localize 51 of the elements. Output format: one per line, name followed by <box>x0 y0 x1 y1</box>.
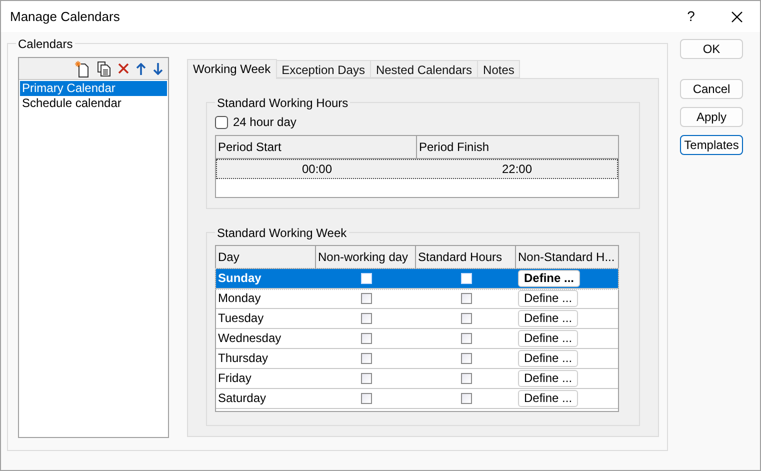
window-title: Manage Calendars <box>10 8 120 26</box>
checkbox[interactable] <box>460 293 472 304</box>
checkbox[interactable] <box>360 393 372 404</box>
define-button[interactable]: Define ... <box>518 310 578 327</box>
table-cell-text: 22:00 <box>500 161 534 178</box>
table-cell-text: Sunday <box>217 270 262 287</box>
table-cell-text: Thursday <box>217 350 270 367</box>
checkbox[interactable] <box>460 353 472 364</box>
checkbox[interactable] <box>460 373 472 384</box>
close-icon[interactable] <box>731 10 743 22</box>
table-cell-text: 00:00 <box>300 161 334 178</box>
checkbox[interactable] <box>360 313 372 324</box>
copy-icon[interactable] <box>97 60 111 76</box>
checkbox[interactable] <box>460 393 472 404</box>
checkbox[interactable] <box>215 116 228 128</box>
delete-icon[interactable] <box>118 63 129 74</box>
checkbox[interactable] <box>360 333 372 344</box>
checkbox-label: 24 hour day <box>233 114 296 131</box>
table-cell-text: Saturday <box>217 390 268 407</box>
column-header[interactable]: Period Start <box>216 136 417 158</box>
checkbox[interactable] <box>360 353 372 364</box>
define-button[interactable]: Define ... <box>518 370 578 387</box>
tab[interactable]: Nested Calendars <box>370 60 478 78</box>
checkbox[interactable] <box>460 333 472 344</box>
dialog-button[interactable]: Templates <box>680 135 743 155</box>
define-button[interactable]: Define ... <box>518 270 580 287</box>
define-button[interactable]: Define ... <box>518 390 578 407</box>
dialog-button[interactable]: Cancel <box>680 79 743 99</box>
up-arrow-icon[interactable] <box>136 62 146 74</box>
table-cell-text: Monday <box>217 290 262 307</box>
column-header[interactable]: Non-Standard H... <box>516 246 618 268</box>
new-document-icon[interactable] <box>74 60 90 78</box>
list-item[interactable]: Primary Calendar <box>20 81 167 96</box>
table-cell-text: Friday <box>217 370 252 387</box>
tab[interactable]: Notes <box>478 60 520 78</box>
help-button[interactable]: ? <box>668 6 714 27</box>
list-item[interactable]: Schedule calendar <box>20 96 167 111</box>
checkbox[interactable] <box>360 293 372 304</box>
checkbox[interactable] <box>460 313 472 324</box>
define-button[interactable]: Define ... <box>518 350 578 367</box>
table-cell-text: Tuesday <box>217 310 265 327</box>
table-cell-text: Wednesday <box>217 330 282 347</box>
column-header[interactable]: Period Finish <box>417 136 618 158</box>
define-button[interactable]: Define ... <box>518 290 578 307</box>
checkbox[interactable] <box>360 373 372 384</box>
dialog-button[interactable]: Apply <box>680 107 743 127</box>
dialog-button[interactable]: OK <box>680 39 743 59</box>
define-button[interactable]: Define ... <box>518 330 578 347</box>
down-arrow-icon[interactable] <box>153 62 163 74</box>
tab[interactable]: Working Week <box>187 59 277 79</box>
tab[interactable]: Exception Days <box>276 60 371 78</box>
